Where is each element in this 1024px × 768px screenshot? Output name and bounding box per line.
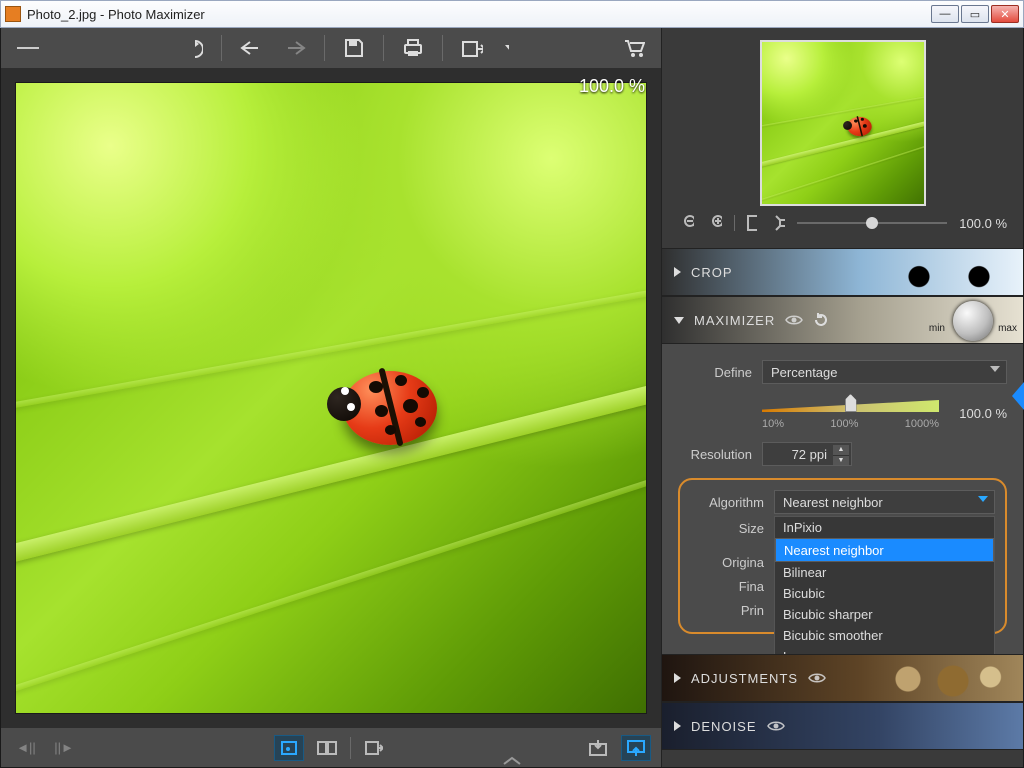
cart-button[interactable] bbox=[617, 31, 651, 65]
scale-value-label: 100.0 % bbox=[949, 406, 1007, 421]
algorithm-option[interactable]: Bicubic sharper bbox=[775, 604, 994, 625]
bottom-toolbar: ◄|| ||► bbox=[1, 728, 661, 767]
back-button[interactable] bbox=[234, 31, 268, 65]
algorithm-highlight-box: Algorithm Nearest neighbor Size Origina … bbox=[678, 478, 1007, 634]
scale-tick-100: 100% bbox=[830, 418, 858, 430]
adjustments-panel-header[interactable]: ADJUSTMENTS bbox=[662, 654, 1023, 702]
algorithm-option[interactable]: Bicubic bbox=[775, 583, 994, 604]
scale-slider[interactable] bbox=[762, 396, 939, 416]
zoom-value-label: 100.0 % bbox=[953, 216, 1007, 231]
print-button[interactable] bbox=[396, 31, 430, 65]
crop-panel-title: CROP bbox=[691, 265, 733, 280]
print-label: Prin bbox=[690, 603, 764, 618]
maximizer-panel-body: Define Percentage 10% 100% 1000% bbox=[662, 344, 1023, 654]
image-preview bbox=[15, 82, 647, 714]
crop-panel-header[interactable]: CROP bbox=[662, 248, 1023, 296]
denoise-panel-title: DENOISE bbox=[691, 719, 757, 734]
adjustments-panel-title: ADJUSTMENTS bbox=[691, 671, 798, 686]
collapse-icon bbox=[674, 317, 684, 324]
image-canvas[interactable]: 100.0 % bbox=[1, 68, 661, 728]
expand-icon bbox=[674, 267, 681, 277]
algorithm-select-value: Nearest neighbor bbox=[783, 495, 883, 510]
import-button[interactable] bbox=[583, 735, 613, 761]
window-maximize-button[interactable]: ▭ bbox=[961, 5, 989, 23]
navigator-thumbnail[interactable] bbox=[760, 40, 926, 206]
dial-min-label: min bbox=[929, 323, 945, 334]
zoom-actual-button[interactable] bbox=[769, 212, 791, 234]
zoom-out-button[interactable] bbox=[678, 212, 700, 234]
canvas-zoom-label: 100.0 % bbox=[579, 76, 645, 97]
scale-tick-10: 10% bbox=[762, 418, 784, 430]
expand-icon bbox=[674, 673, 681, 683]
maximizer-panel-header[interactable]: MAXIMIZER min max bbox=[662, 296, 1023, 344]
window-titlebar: Photo_2.jpg - Photo Maximizer — ▭ ✕ bbox=[0, 0, 1024, 28]
footer-expand-icon[interactable] bbox=[502, 756, 522, 766]
visibility-icon[interactable] bbox=[767, 720, 785, 732]
maximizer-panel-title: MAXIMIZER bbox=[694, 313, 775, 328]
zoom-in-button[interactable] bbox=[706, 212, 728, 234]
window-close-button[interactable]: ✕ bbox=[991, 5, 1019, 23]
resolution-label: Resolution bbox=[678, 447, 752, 462]
zoom-slider[interactable] bbox=[797, 215, 947, 231]
resolution-step-up[interactable]: ▲ bbox=[833, 445, 849, 456]
algorithm-option[interactable]: Bilinear bbox=[775, 562, 994, 583]
dial-icon bbox=[953, 301, 993, 341]
algorithm-dropdown-list[interactable]: InPixioNearest neighborBilinearBicubicBi… bbox=[774, 516, 995, 668]
size-label: Size bbox=[690, 521, 764, 536]
algorithm-option[interactable]: InPixio bbox=[775, 517, 994, 538]
dial-max-label: max bbox=[998, 323, 1017, 334]
reset-icon[interactable] bbox=[813, 312, 829, 328]
window-title: Photo_2.jpg - Photo Maximizer bbox=[27, 7, 931, 22]
scale-tick-1000: 1000% bbox=[905, 418, 939, 430]
algorithm-label: Algorithm bbox=[690, 495, 764, 510]
define-select[interactable]: Percentage bbox=[762, 360, 1007, 384]
export-dropdown-button[interactable] bbox=[499, 31, 515, 65]
forward-button[interactable] bbox=[278, 31, 312, 65]
nav-prev-button[interactable]: ◄|| bbox=[11, 735, 41, 761]
original-label: Origina bbox=[690, 555, 764, 570]
algorithm-option[interactable]: Nearest neighbor bbox=[775, 538, 994, 562]
chevron-down-icon bbox=[990, 366, 1000, 372]
main-toolbar bbox=[1, 28, 661, 68]
export-button[interactable] bbox=[455, 31, 489, 65]
app-icon bbox=[5, 6, 21, 22]
visibility-icon[interactable] bbox=[808, 672, 826, 684]
undo-button[interactable] bbox=[175, 31, 209, 65]
separator bbox=[350, 737, 351, 759]
define-label: Define bbox=[678, 365, 752, 380]
algorithm-option[interactable]: Bicubic smoother bbox=[775, 625, 994, 646]
algorithm-select[interactable]: Nearest neighbor bbox=[774, 490, 995, 514]
expand-icon bbox=[674, 721, 681, 731]
define-select-value: Percentage bbox=[771, 365, 838, 380]
chevron-down-icon bbox=[978, 496, 988, 502]
navigator-panel: 100.0 % bbox=[662, 28, 1023, 248]
nav-next-button[interactable]: ||► bbox=[49, 735, 79, 761]
final-label: Fina bbox=[690, 579, 764, 594]
window-minimize-button[interactable]: — bbox=[931, 5, 959, 23]
zoom-fit-button[interactable] bbox=[741, 212, 763, 234]
view-single-button[interactable] bbox=[274, 735, 304, 761]
resolution-input[interactable]: 72 ppi ▲▼ bbox=[762, 442, 852, 466]
resolution-step-down[interactable]: ▼ bbox=[833, 456, 849, 466]
denoise-panel-header[interactable]: DENOISE bbox=[662, 702, 1023, 750]
view-compare-button[interactable] bbox=[312, 735, 342, 761]
menu-button[interactable] bbox=[11, 31, 45, 65]
open-folder-button[interactable] bbox=[359, 735, 389, 761]
resolution-value: 72 ppi bbox=[792, 447, 827, 462]
save-button[interactable] bbox=[337, 31, 371, 65]
visibility-icon[interactable] bbox=[785, 314, 803, 326]
export-image-button[interactable] bbox=[621, 735, 651, 761]
